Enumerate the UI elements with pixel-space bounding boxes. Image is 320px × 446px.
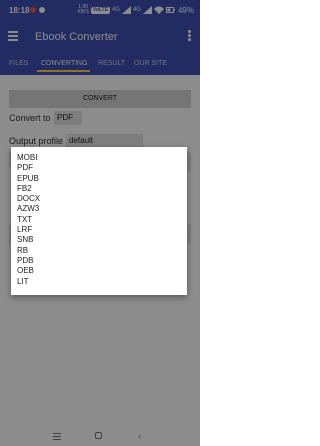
format-option-txt[interactable]: TXT	[11, 215, 187, 225]
format-option-lit[interactable]: LIT	[11, 277, 187, 287]
format-option-docx[interactable]: DOCX	[11, 194, 187, 204]
format-option-rb[interactable]: RB	[11, 246, 187, 256]
format-option-mobi[interactable]: MOBI	[11, 153, 187, 163]
format-option-fb2[interactable]: FB2	[11, 184, 187, 194]
format-option-lrf[interactable]: LRF	[11, 225, 187, 235]
format-option-pdb[interactable]: PDB	[11, 256, 187, 266]
format-option-oeb[interactable]: OEB	[11, 266, 187, 276]
format-dialog: MOBI PDF EPUB FB2 DOCX AZW3 TXT LRF SNB …	[11, 147, 187, 295]
format-option-azw3[interactable]: AZW3	[11, 204, 187, 214]
format-option-snb[interactable]: SNB	[11, 235, 187, 245]
format-option-epub[interactable]: EPUB	[11, 174, 187, 184]
format-option-pdf[interactable]: PDF	[11, 163, 187, 173]
